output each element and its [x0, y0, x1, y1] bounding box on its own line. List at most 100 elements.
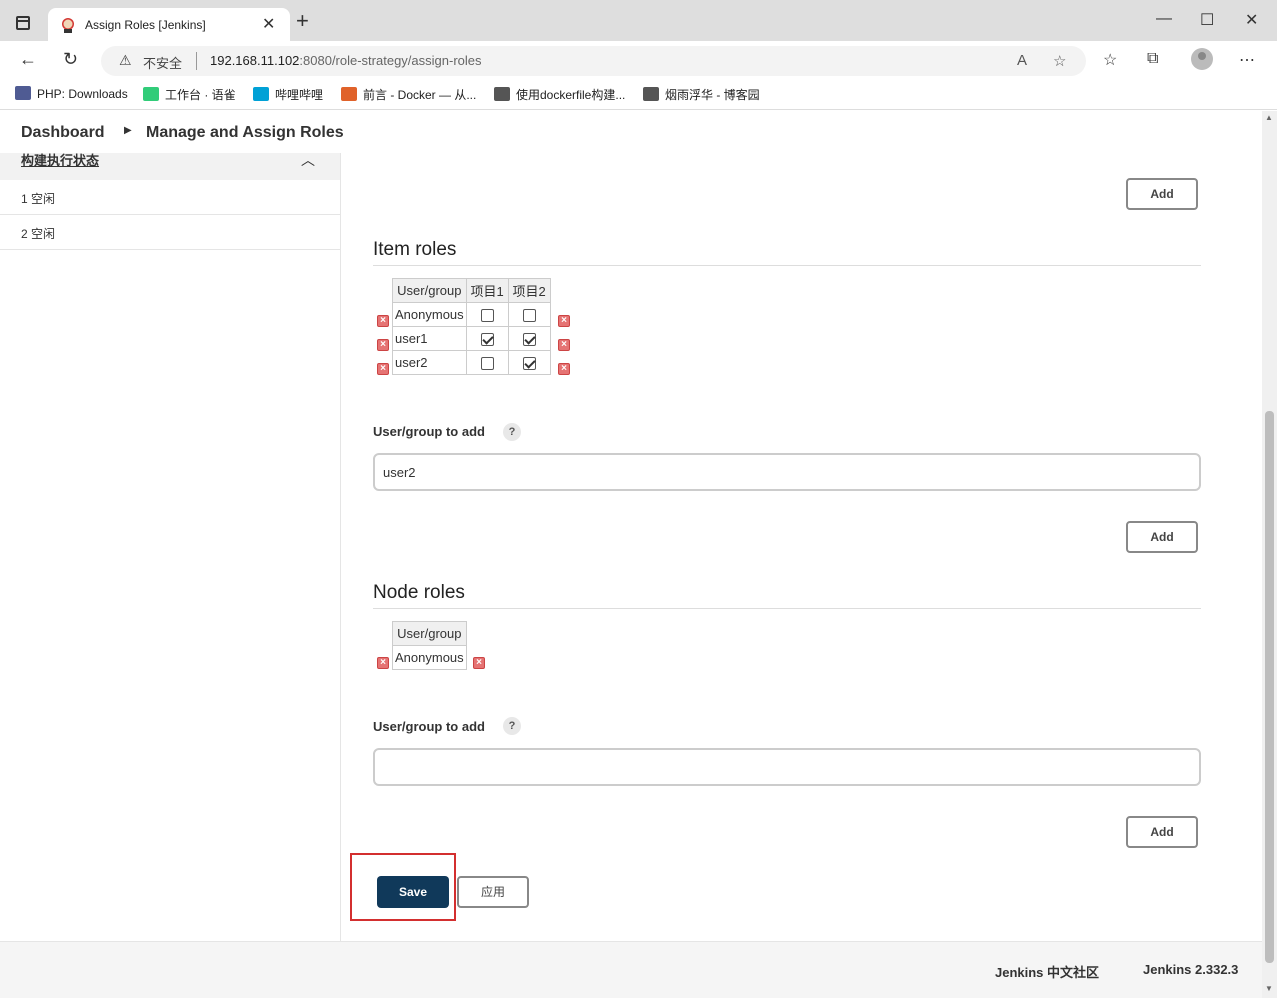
page-footer: Jenkins 中文社区 Jenkins 2.332.3: [0, 941, 1262, 998]
add-favorite-icon[interactable]: ☆: [1053, 52, 1066, 70]
role-checkbox[interactable]: [522, 309, 536, 323]
breadcrumb-chevron-icon[interactable]: ▶: [124, 125, 132, 136]
new-tab-icon[interactable]: +: [296, 10, 309, 32]
sidebar: 构建执行状态 ︿ 1 空闲 2 空闲: [0, 150, 341, 941]
bilibili-icon: [253, 87, 269, 101]
node-user-field-label: User/group to add: [373, 719, 485, 734]
yuque-icon: [143, 87, 159, 101]
profile-avatar[interactable]: [1191, 48, 1213, 70]
jenkins-favicon-icon: [62, 18, 74, 33]
role-checkbox[interactable]: [522, 357, 536, 371]
delete-row-icon[interactable]: ×: [377, 363, 389, 375]
rocket-icon: [341, 87, 357, 101]
bookmark-item[interactable]: 烟雨浮华 - 博客园: [643, 86, 760, 103]
user-cell: user2: [392, 350, 467, 375]
address-url: 192.168.11.102:8080/role-strategy/assign…: [210, 53, 482, 68]
breadcrumb: Dashboard ▶ Manage and Assign Roles: [0, 111, 1262, 153]
delete-row-icon[interactable]: ×: [377, 339, 389, 351]
address-bar[interactable]: ⚠ 不安全 192.168.11.102:8080/role-strategy/…: [101, 46, 1086, 76]
browser-toolbar: ← ↻ ⚠ 不安全 192.168.11.102:8080/role-strat…: [0, 41, 1277, 80]
tab-actions-icon[interactable]: [16, 16, 30, 30]
executor-panel-header: 构建执行状态 ︿: [0, 150, 340, 180]
item-roles-table: User/group 项目1 项目2 Anonymous user1 user2: [392, 278, 551, 375]
window-close-icon[interactable]: ✕: [1245, 10, 1258, 30]
add-node-user-button[interactable]: Add: [1126, 816, 1198, 848]
column-header: User/group: [392, 278, 467, 303]
save-button[interactable]: Save: [377, 876, 449, 908]
cnblogs-icon: [494, 87, 510, 101]
column-header: User/group: [392, 621, 467, 646]
section-divider: [373, 608, 1201, 609]
node-user-input[interactable]: [373, 748, 1201, 786]
help-icon[interactable]: ?: [503, 423, 521, 441]
add-global-button[interactable]: Add: [1126, 178, 1198, 210]
php-icon: [15, 86, 31, 100]
scroll-up-icon[interactable]: ▲: [1265, 113, 1273, 122]
table-row: user1: [392, 326, 551, 351]
column-header: 项目1: [465, 278, 509, 303]
delete-row-icon[interactable]: ×: [473, 657, 485, 669]
table-row: Anonymous: [392, 645, 467, 670]
delete-row-icon[interactable]: ×: [377, 315, 389, 327]
add-item-user-button[interactable]: Add: [1126, 521, 1198, 553]
bookmarks-bar: PHP: Downloads 工作台 · 语雀 哔哩哔哩 前言 - Docker…: [0, 80, 1277, 110]
scroll-down-icon[interactable]: ▼: [1265, 984, 1273, 993]
node-roles-title: Node roles: [373, 582, 465, 603]
bookmark-item[interactable]: 前言 - Docker — 从...: [341, 86, 476, 103]
delete-row-icon[interactable]: ×: [558, 339, 570, 351]
table-row: Anonymous: [392, 302, 551, 327]
insecure-label: 不安全: [143, 56, 183, 71]
apply-button[interactable]: 应用: [457, 876, 529, 908]
scroll-thumb[interactable]: [1265, 411, 1274, 963]
delete-row-icon[interactable]: ×: [558, 363, 570, 375]
bookmark-item[interactable]: 工作台 · 语雀: [143, 86, 236, 103]
node-roles-table: User/group Anonymous: [392, 621, 467, 670]
warning-icon: ⚠: [119, 52, 132, 68]
executor-row: 2 空闲: [0, 215, 340, 250]
user-cell: Anonymous: [392, 302, 467, 327]
role-checkbox[interactable]: [480, 357, 494, 371]
delete-row-icon[interactable]: ×: [377, 657, 389, 669]
bookmark-item[interactable]: 使用dockerfile构建...: [494, 86, 625, 103]
main-content: Add Item roles User/group 项目1 项目2 Anonym…: [341, 153, 1262, 941]
jenkins-page: Dashboard ▶ Manage and Assign Roles 构建执行…: [0, 111, 1262, 998]
close-tab-icon[interactable]: ✕: [262, 14, 275, 34]
breadcrumb-current[interactable]: Manage and Assign Roles: [146, 124, 344, 142]
browser-titlebar: Assign Roles [Jenkins] ✕ + — ☐ ✕: [0, 0, 1277, 41]
help-icon[interactable]: ?: [503, 717, 521, 735]
item-roles-title: Item roles: [373, 239, 457, 260]
page-scrollbar[interactable]: ▲ ▼: [1262, 111, 1277, 998]
version-link[interactable]: Jenkins 2.332.3: [1143, 962, 1238, 977]
tab-title: Assign Roles [Jenkins]: [85, 18, 206, 32]
more-menu-icon[interactable]: ⋯: [1239, 50, 1255, 70]
column-header: 项目2: [507, 278, 551, 303]
role-checkbox[interactable]: [522, 333, 536, 347]
table-row: user2: [392, 350, 551, 375]
item-user-field-label: User/group to add: [373, 424, 485, 439]
minimize-icon[interactable]: —: [1156, 10, 1172, 28]
read-aloud-icon[interactable]: A: [1017, 52, 1027, 69]
item-user-input[interactable]: [373, 453, 1201, 491]
collections-icon[interactable]: ⧉: [1147, 50, 1158, 68]
bookmark-item[interactable]: 哔哩哔哩: [253, 86, 323, 103]
executor-status-title[interactable]: 构建执行状态: [21, 150, 99, 169]
executor-label: 2 空闲: [21, 227, 56, 241]
refresh-icon[interactable]: ↻: [63, 49, 78, 70]
breadcrumb-dashboard[interactable]: Dashboard: [21, 124, 105, 142]
cnblogs-icon: [643, 87, 659, 101]
maximize-icon[interactable]: ☐: [1200, 10, 1214, 30]
executor-label: 1 空闲: [21, 192, 56, 206]
role-checkbox[interactable]: [480, 309, 494, 323]
community-link[interactable]: Jenkins 中文社区: [995, 962, 1099, 981]
role-checkbox[interactable]: [480, 333, 494, 347]
delete-row-icon[interactable]: ×: [558, 315, 570, 327]
section-divider: [373, 265, 1201, 266]
address-separator: [196, 52, 197, 70]
user-cell: user1: [392, 326, 467, 351]
favorites-icon[interactable]: ☆: [1103, 50, 1117, 70]
executor-row: 1 空闲: [0, 180, 340, 215]
collapse-chevron-icon[interactable]: ︿: [301, 150, 315, 170]
back-icon[interactable]: ←: [19, 49, 37, 70]
browser-tab[interactable]: Assign Roles [Jenkins] ✕: [48, 8, 290, 41]
bookmark-item[interactable]: PHP: Downloads: [15, 86, 128, 101]
